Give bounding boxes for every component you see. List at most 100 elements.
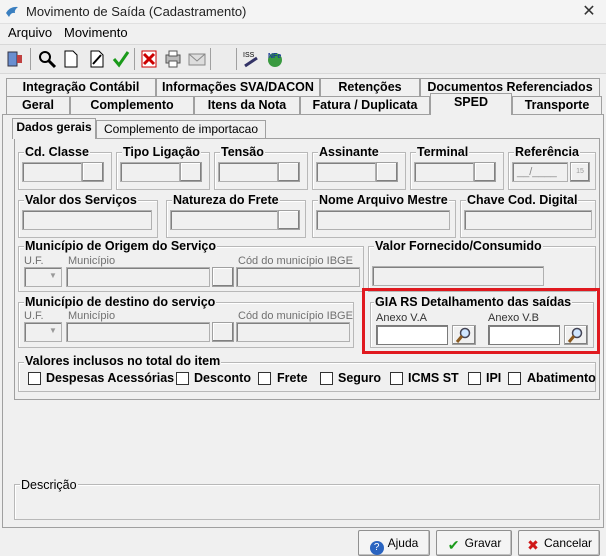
chave-cod-label: Chave Cod. Digital — [466, 193, 579, 207]
tensao-lookup-button[interactable] — [278, 162, 300, 182]
anexo-vb-label: Anexo V.B — [488, 312, 539, 324]
referencia-label: Referência — [514, 145, 580, 159]
tab-retencoes[interactable]: Retenções — [320, 78, 420, 96]
app-logo-icon — [4, 4, 20, 20]
anexo-vb-field[interactable] — [488, 325, 560, 345]
tensao-field[interactable] — [218, 162, 278, 182]
delete-icon[interactable] — [138, 48, 160, 70]
municipio-destino-title: Município de destino do serviço — [24, 295, 217, 309]
tensao-label: Tensão — [220, 145, 265, 159]
new-doc-icon[interactable] — [60, 48, 82, 70]
cod-ibge-destino-field[interactable] — [236, 322, 350, 342]
toolbar-separator — [30, 48, 31, 70]
help-icon: ? — [369, 541, 384, 555]
valor-fornecido-field[interactable] — [372, 266, 544, 286]
tipo-ligacao-label: Tipo Ligação — [122, 145, 201, 159]
referencia-spin-button[interactable]: 15 — [570, 162, 590, 182]
tipo-ligacao-field[interactable] — [120, 162, 180, 182]
tab-geral[interactable]: Geral — [6, 96, 70, 114]
svg-text:ISS: ISS — [243, 52, 255, 59]
exit-icon[interactable] — [4, 48, 26, 70]
menu-movimento[interactable]: Movimento — [64, 25, 128, 40]
assinante-label: Assinante — [318, 145, 380, 159]
confirm-icon[interactable] — [110, 48, 132, 70]
municipio-origem-label: Município — [68, 255, 116, 267]
icms-st-label: ICMS ST — [408, 371, 459, 385]
tab-sped[interactable]: SPED — [430, 93, 512, 115]
nome-arquivo-field[interactable] — [316, 210, 450, 230]
valor-servicos-label: Valor dos Serviços — [24, 193, 138, 207]
mail-icon[interactable] — [186, 48, 208, 70]
municipio-destino-field[interactable] — [66, 322, 210, 342]
frete-checkbox[interactable] — [258, 372, 271, 385]
desconto-label: Desconto — [194, 371, 251, 385]
cancelar-label: Cancelar — [543, 536, 593, 550]
edit-icon[interactable] — [86, 48, 108, 70]
natureza-frete-field[interactable] — [170, 210, 278, 230]
tab-itens-da-nota[interactable]: Itens da Nota — [194, 96, 300, 114]
uf-origem-label: U.F. — [24, 255, 44, 267]
check-icon: ✔ — [447, 537, 460, 553]
seguro-checkbox[interactable] — [320, 372, 333, 385]
cancel-icon: ✖ — [527, 537, 539, 553]
gia-title: GIA RS Detalhamento das saídas — [374, 295, 573, 309]
anexo-vb-search-button[interactable] — [564, 325, 588, 345]
window-title: Movimento de Saída (Cadastramento) — [26, 4, 247, 19]
search-icon[interactable] — [36, 48, 58, 70]
blank-icon[interactable] — [214, 48, 236, 70]
tab-informacoes-sva-dacon[interactable]: Informações SVA/DACON — [156, 78, 320, 96]
terminal-field[interactable] — [414, 162, 474, 182]
tab-integracao-contabil[interactable]: Integração Contábil — [6, 78, 156, 96]
cd-classe-label: Cd. Classe — [24, 145, 90, 159]
cd-classe-field[interactable] — [22, 162, 82, 182]
desconto-checkbox[interactable] — [176, 372, 189, 385]
cd-classe-lookup-button[interactable] — [82, 162, 104, 182]
tab-transporte[interactable]: Transporte — [512, 96, 602, 114]
gravar-label: Gravar — [464, 536, 502, 550]
cod-ibge-origem-label: Cód do município IBGE — [238, 255, 353, 267]
toolbar-separator — [210, 48, 211, 70]
menu-arquivo[interactable]: Arquivo — [8, 25, 52, 40]
search-icon — [455, 327, 471, 343]
chevron-down-icon[interactable]: ▼ — [46, 326, 60, 335]
tab-complemento[interactable]: Complemento — [70, 96, 194, 114]
chave-cod-field[interactable] — [464, 210, 592, 230]
despesas-acessorias-checkbox[interactable] — [28, 372, 41, 385]
cod-ibge-origem-field[interactable] — [236, 267, 360, 287]
valor-fornecido-label: Valor Fornecido/Consumido — [374, 239, 543, 253]
referencia-field[interactable]: __/____ — [512, 162, 568, 182]
chevron-down-icon[interactable]: ▼ — [46, 271, 60, 280]
search-icon — [567, 327, 583, 343]
ipi-checkbox[interactable] — [468, 372, 481, 385]
assinante-lookup-button[interactable] — [376, 162, 398, 182]
ipi-label: IPI — [486, 371, 502, 385]
municipio-origem-lookup-button[interactable] — [212, 267, 234, 287]
subtab-complemento-importacao[interactable]: Complemento de importacao — [96, 120, 266, 138]
tab-fatura-duplicata[interactable]: Fatura / Duplicata — [300, 96, 430, 114]
terminal-lookup-button[interactable] — [474, 162, 496, 182]
nfe-icon[interactable]: NFe — [264, 48, 286, 70]
toolbar-separator — [236, 48, 237, 70]
close-icon[interactable]: ✕ — [578, 2, 600, 22]
municipio-origem-field[interactable] — [66, 267, 210, 287]
frete-label: Frete — [277, 371, 308, 385]
natureza-frete-lookup-button[interactable] — [278, 210, 300, 230]
municipio-origem-title: Município de Origem do Serviço — [24, 239, 218, 253]
gravar-button[interactable]: ✔ Gravar — [436, 530, 512, 556]
print-icon[interactable] — [162, 48, 184, 70]
anexo-va-search-button[interactable] — [452, 325, 476, 345]
svg-text:NFe: NFe — [268, 53, 281, 60]
iss-icon[interactable]: ISS — [240, 48, 262, 70]
abatimento-label: Abatimento — [527, 371, 596, 385]
valor-servicos-field[interactable] — [22, 210, 152, 230]
abatimento-checkbox[interactable] — [508, 372, 521, 385]
subtab-dados-gerais[interactable]: Dados gerais — [12, 118, 96, 139]
anexo-va-field[interactable] — [376, 325, 448, 345]
ajuda-button[interactable]: ? Ajuda — [358, 530, 430, 556]
toolbar-separator — [134, 48, 135, 70]
municipio-destino-lookup-button[interactable] — [212, 322, 234, 342]
assinante-field[interactable] — [316, 162, 376, 182]
tipo-ligacao-lookup-button[interactable] — [180, 162, 202, 182]
icms-st-checkbox[interactable] — [390, 372, 403, 385]
cancelar-button[interactable]: ✖ Cancelar — [518, 530, 600, 556]
